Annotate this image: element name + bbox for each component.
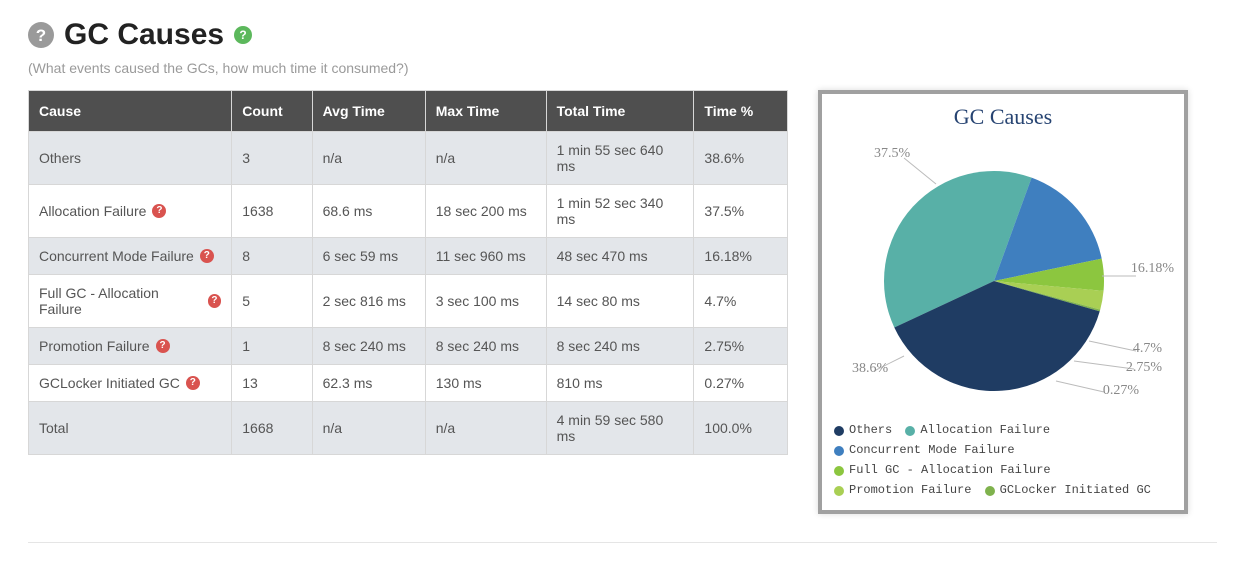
cell-count: 5 xyxy=(232,275,312,328)
cell-count: 13 xyxy=(232,365,312,402)
slice-label-fullgc: 4.7% xyxy=(1133,341,1162,357)
cell-max: 8 sec 240 ms xyxy=(425,328,546,365)
gc-causes-chart: GC Causes 37.5% 16.18% 4.7% 2.75% 0.27% … xyxy=(818,90,1188,514)
cell-avg: n/a xyxy=(312,402,425,455)
cause-text: Promotion Failure xyxy=(39,338,150,354)
cell-total: 14 sec 80 ms xyxy=(546,275,694,328)
cell-count: 8 xyxy=(232,238,312,275)
chart-title: GC Causes xyxy=(834,104,1172,130)
help-icon[interactable]: ? xyxy=(200,249,214,263)
legend-promo: Promotion Failure xyxy=(834,482,971,499)
cause-text: GCLocker Initiated GC xyxy=(39,375,180,391)
help-icon[interactable]: ? xyxy=(208,294,222,308)
slice-label-conc: 16.18% xyxy=(1131,261,1174,277)
legend-fullgc: Full GC - Allocation Failure xyxy=(834,462,1051,479)
slice-label-others: 38.6% xyxy=(852,361,888,377)
col-cause: Cause xyxy=(29,91,232,132)
cell-total: 48 sec 470 ms xyxy=(546,238,694,275)
table-row: Full GC - Allocation Failure? 52 sec 816 … xyxy=(29,275,788,328)
cell-total: 1 min 52 sec 340 ms xyxy=(546,185,694,238)
cell-pct: 38.6% xyxy=(694,132,788,185)
col-pct: Time % xyxy=(694,91,788,132)
cell-max: 3 sec 100 ms xyxy=(425,275,546,328)
chart-legend: Others Allocation Failure Concurrent Mod… xyxy=(834,422,1172,502)
help-icon[interactable]: ? xyxy=(186,376,200,390)
table-row: Others3n/an/a1 min 55 sec 640 ms38.6% xyxy=(29,132,788,185)
table-row: Concurrent Mode Failure? 86 sec 59 ms11 s… xyxy=(29,238,788,275)
legend-conc: Concurrent Mode Failure xyxy=(834,442,1015,459)
col-count: Count xyxy=(232,91,312,132)
help-icon[interactable]: ? xyxy=(156,339,170,353)
help-icon[interactable]: ? xyxy=(152,204,166,218)
cell-max: 18 sec 200 ms xyxy=(425,185,546,238)
cell-avg: 2 sec 816 ms xyxy=(312,275,425,328)
cell-total: 8 sec 240 ms xyxy=(546,328,694,365)
cell-total: 1 min 55 sec 640 ms xyxy=(546,132,694,185)
legend-gclock: GCLocker Initiated GC xyxy=(985,482,1151,499)
cell-pct: 16.18% xyxy=(694,238,788,275)
divider xyxy=(28,542,1217,543)
gc-causes-table: Cause Count Avg Time Max Time Total Time… xyxy=(28,90,788,455)
cause-text: Allocation Failure xyxy=(39,203,146,219)
page-title-text: GC Causes xyxy=(64,18,224,52)
cell-pct: 4.7% xyxy=(694,275,788,328)
cell-pct: 100.0% xyxy=(694,402,788,455)
cell-count: 1638 xyxy=(232,185,312,238)
cell-avg: 68.6 ms xyxy=(312,185,425,238)
cell-avg: 6 sec 59 ms xyxy=(312,238,425,275)
cell-pct: 2.75% xyxy=(694,328,788,365)
cell-total: 4 min 59 sec 580 ms xyxy=(546,402,694,455)
cause-text: Concurrent Mode Failure xyxy=(39,248,194,264)
col-total: Total Time xyxy=(546,91,694,132)
legend-alloc: Allocation Failure xyxy=(905,422,1050,439)
cell-pct: 0.27% xyxy=(694,365,788,402)
slice-label-promo: 2.75% xyxy=(1126,360,1162,376)
cell-avg: n/a xyxy=(312,132,425,185)
cell-avg: 8 sec 240 ms xyxy=(312,328,425,365)
cause-text: Total xyxy=(39,420,69,436)
cell-count: 1668 xyxy=(232,402,312,455)
help-icon[interactable]: ? xyxy=(28,22,54,48)
page-title: ? GC Causes ? xyxy=(28,18,1217,52)
help-small-icon[interactable]: ? xyxy=(234,26,252,44)
table-row: Allocation Failure? 163868.6 ms18 sec 200… xyxy=(29,185,788,238)
cell-count: 3 xyxy=(232,132,312,185)
table-row: Total1668n/an/a4 min 59 sec 580 ms100.0% xyxy=(29,402,788,455)
legend-others: Others xyxy=(834,422,892,439)
cell-total: 810 ms xyxy=(546,365,694,402)
cell-max: 11 sec 960 ms xyxy=(425,238,546,275)
slice-label-gclock: 0.27% xyxy=(1103,383,1139,399)
cell-max: n/a xyxy=(425,402,546,455)
cell-count: 1 xyxy=(232,328,312,365)
cause-text: Others xyxy=(39,150,81,166)
table-row: Promotion Failure?18 sec 240 ms8 sec 240… xyxy=(29,328,788,365)
cell-max: n/a xyxy=(425,132,546,185)
col-avg: Avg Time xyxy=(312,91,425,132)
page-subtitle: (What events caused the GCs, how much ti… xyxy=(28,60,1217,76)
table-row: GCLocker Initiated GC? 1362.3 ms130 ms810… xyxy=(29,365,788,402)
slice-label-alloc: 37.5% xyxy=(874,146,910,162)
cell-pct: 37.5% xyxy=(694,185,788,238)
cause-text: Full GC - Allocation Failure xyxy=(39,285,202,317)
cell-max: 130 ms xyxy=(425,365,546,402)
cell-avg: 62.3 ms xyxy=(312,365,425,402)
col-max: Max Time xyxy=(425,91,546,132)
